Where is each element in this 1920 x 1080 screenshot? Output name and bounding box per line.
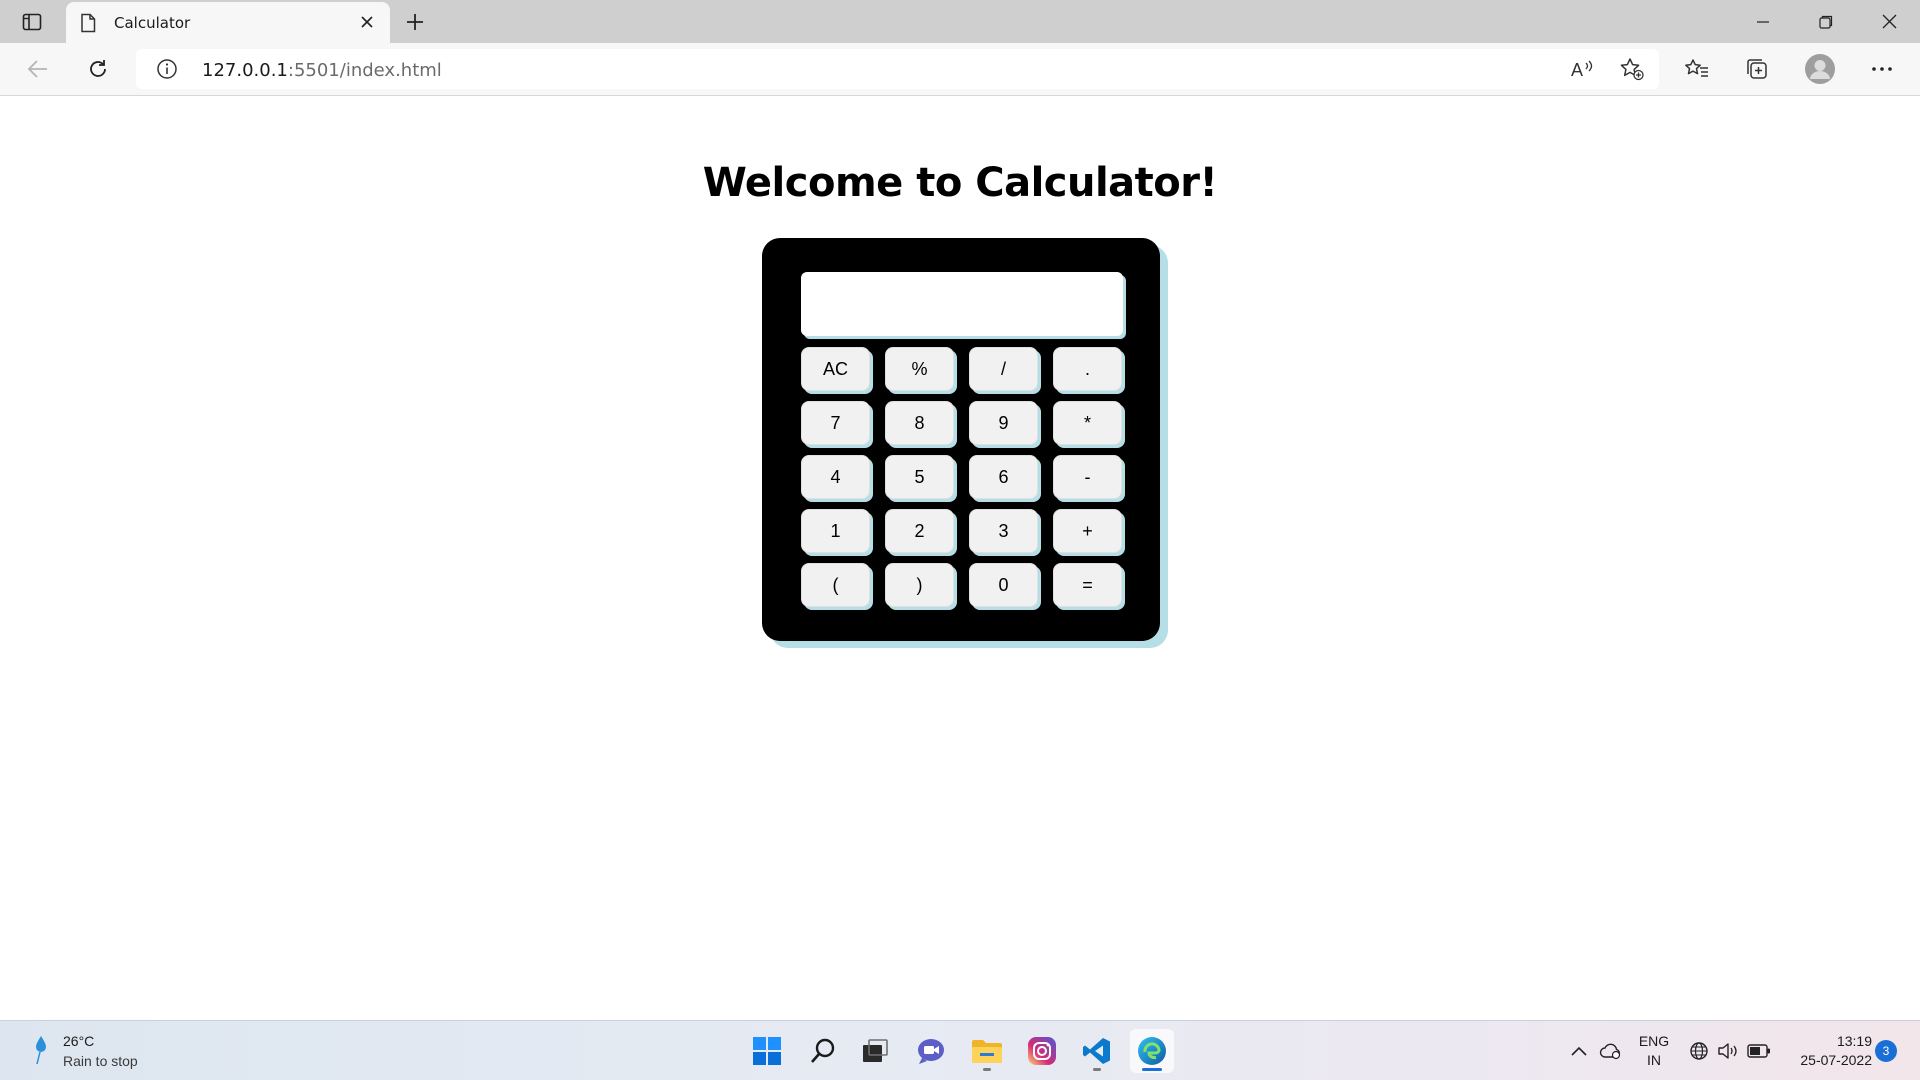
add-favorite-icon[interactable] (1616, 54, 1648, 84)
key-subtract-button[interactable]: - (1053, 455, 1122, 499)
key-close-paren-button[interactable]: ) (885, 563, 954, 607)
favorites-button[interactable] (1678, 51, 1716, 87)
key-digit-3-button[interactable]: 3 (969, 509, 1038, 553)
close-tab-icon[interactable] (356, 11, 378, 33)
search-button[interactable] (801, 1029, 845, 1073)
taskbar: 26°C Rain to stop ENG IN 13:19 25-07-202… (0, 1020, 1920, 1080)
weather-temperature: 26°C (63, 1033, 95, 1049)
start-button[interactable] (745, 1029, 789, 1073)
restore-icon (1819, 15, 1833, 29)
favorites-icon (1685, 59, 1708, 77)
clock-date: 25-07-2022 (1800, 1052, 1872, 1068)
restore-button[interactable] (1796, 0, 1856, 43)
rain-drop-icon (36, 1036, 46, 1065)
weather-description: Rain to stop (63, 1053, 138, 1069)
language-code: ENG (1638, 1033, 1670, 1049)
key-open-paren-button[interactable]: ( (801, 563, 870, 607)
page-icon (80, 13, 96, 38)
clock[interactable]: 13:19 25-07-2022 (1782, 1021, 1872, 1080)
page-heading: Welcome to Calculator! (702, 160, 1218, 206)
running-indicator (983, 1068, 991, 1071)
key-digit-9-button[interactable]: 9 (969, 401, 1038, 445)
volume-tray-item[interactable] (1716, 1021, 1740, 1080)
key-digit-4-button[interactable]: 4 (801, 455, 870, 499)
key-decimal-button[interactable]: . (1053, 347, 1122, 391)
collections-icon (1747, 59, 1767, 79)
key-digit-1-button[interactable]: 1 (801, 509, 870, 553)
chevron-up-icon (1571, 1046, 1587, 1056)
file-explorer-button[interactable] (965, 1029, 1009, 1073)
read-aloud-icon[interactable]: A (1566, 54, 1598, 84)
key-clear-button[interactable]: AC (801, 347, 870, 391)
url-host: 127.0.0.1 (202, 60, 288, 81)
active-indicator (1142, 1068, 1162, 1071)
instagram-icon (1028, 1037, 1056, 1065)
tab-title: Calculator (114, 14, 191, 32)
plus-icon (407, 14, 423, 30)
edge-icon (1138, 1037, 1166, 1065)
profile-button[interactable] (1801, 51, 1839, 87)
tab-actions-icon (22, 13, 42, 31)
browser-toolbar: 127.0.0.1:5501/index.html A (0, 43, 1920, 96)
folder-icon (972, 1040, 1002, 1063)
key-equals-button[interactable]: = (1053, 563, 1122, 607)
close-icon (1882, 14, 1896, 29)
key-digit-5-button[interactable]: 5 (885, 455, 954, 499)
key-digit-8-button[interactable]: 8 (885, 401, 954, 445)
show-hidden-icons-button[interactable] (1568, 1021, 1590, 1080)
globe-icon (1690, 1042, 1708, 1060)
settings-more-button[interactable] (1863, 51, 1901, 87)
battery-tray-item[interactable] (1746, 1021, 1772, 1080)
battery-icon (1747, 1044, 1770, 1058)
site-info-icon[interactable] (156, 58, 178, 85)
calculator-display[interactable] (801, 272, 1123, 336)
more-icon (1872, 67, 1892, 71)
minimize-button[interactable] (1733, 0, 1793, 43)
cloud-sync-icon (1599, 1043, 1621, 1060)
refresh-button[interactable] (79, 51, 117, 87)
edge-button[interactable] (1130, 1029, 1174, 1073)
url-path: :5501/index.html (287, 60, 442, 81)
teams-chat-button[interactable] (909, 1029, 953, 1073)
language-indicator[interactable]: ENG IN (1634, 1021, 1674, 1080)
tab-actions-button[interactable] (14, 6, 50, 38)
task-view-icon (863, 1039, 888, 1062)
svg-text:A: A (1571, 60, 1583, 80)
calculator: AC% /. 7 8 9 * 4 5 6- 1 2 3 + () 0 = (762, 238, 1160, 641)
task-view-button[interactable] (853, 1029, 897, 1073)
vscode-button[interactable] (1075, 1029, 1119, 1073)
windows-start-icon (753, 1037, 781, 1065)
key-percent-button[interactable]: % (885, 347, 954, 391)
key-digit-0-button[interactable]: 0 (969, 563, 1038, 607)
language-region: IN (1647, 1052, 1661, 1068)
key-multiply-button[interactable]: * (1053, 401, 1122, 445)
chat-icon (918, 1039, 944, 1064)
instagram-button[interactable] (1020, 1029, 1064, 1073)
key-digit-6-button[interactable]: 6 (969, 455, 1038, 499)
key-digit-7-button[interactable]: 7 (801, 401, 870, 445)
tab-calculator[interactable]: Calculator (66, 2, 390, 43)
key-divide-button[interactable]: / (969, 347, 1038, 391)
address-bar[interactable]: 127.0.0.1:5501/index.html A (136, 49, 1659, 89)
minimize-icon (1757, 20, 1769, 23)
key-add-button[interactable]: + (1053, 509, 1122, 553)
avatar-icon (1805, 54, 1835, 84)
notification-badge[interactable]: 3 (1875, 1040, 1897, 1062)
running-indicator (1093, 1068, 1101, 1071)
refresh-icon (90, 60, 106, 77)
search-icon (811, 1038, 835, 1063)
new-tab-button[interactable] (398, 6, 432, 38)
collections-button[interactable] (1738, 51, 1776, 87)
onedrive-tray-item[interactable] (1598, 1021, 1624, 1080)
close-window-button[interactable] (1859, 0, 1919, 43)
network-tray-item[interactable] (1688, 1021, 1710, 1080)
back-arrow-icon (27, 60, 47, 78)
vscode-icon (1083, 1038, 1110, 1064)
back-button[interactable] (19, 51, 57, 87)
speaker-icon (1718, 1043, 1737, 1059)
browser-tabstrip: Calculator (0, 0, 1920, 43)
url-text[interactable]: 127.0.0.1:5501/index.html (202, 60, 442, 81)
key-digit-2-button[interactable]: 2 (885, 509, 954, 553)
clock-time: 13:19 (1836, 1033, 1872, 1049)
